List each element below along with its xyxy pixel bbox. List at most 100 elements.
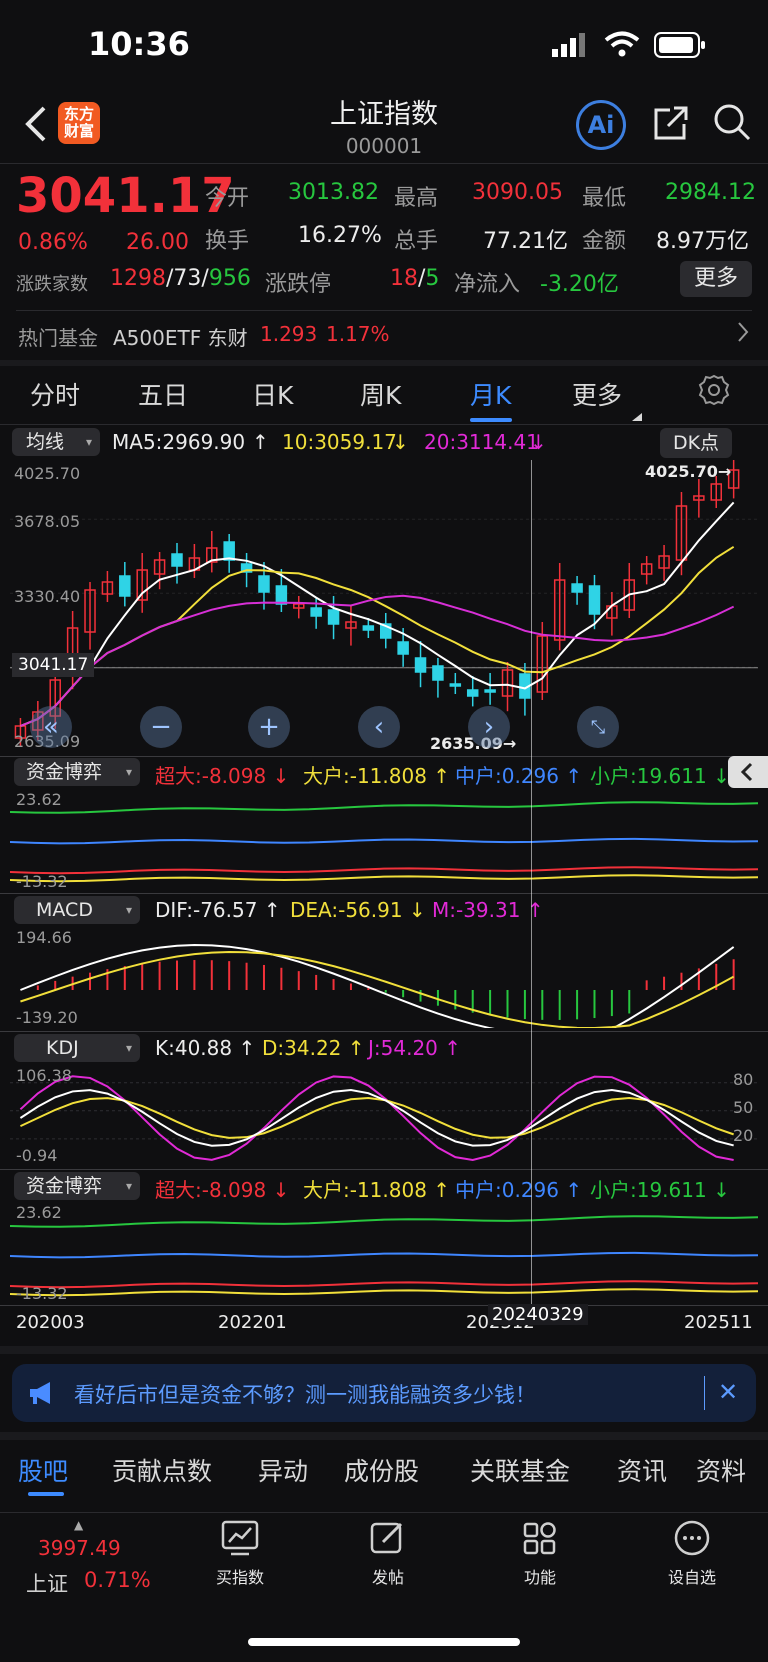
volume-label: 总手 [394,229,439,254]
megaphone-icon [28,1381,58,1409]
limit-label: 涨跌停 [265,272,332,297]
fund1-small: 小户:19.611 ↓ [590,764,730,788]
tab-news[interactable]: 资讯 [617,1452,667,1488]
dk-point-button[interactable]: DK点 [660,428,732,458]
kdj-line-20: 20 [733,1126,754,1145]
tab-monthly-k[interactable]: 月K [470,376,511,412]
main-y-3: 3330.40 [14,587,81,606]
candle-body [275,585,288,605]
candle-body [571,583,583,593]
fund-flow-chart-1 [10,801,758,883]
scroll-right-button[interactable]: › [468,706,510,748]
functions-button[interactable]: 功能 [490,1520,590,1620]
fund1-large: 大户:-11.808 ↑ [303,764,451,788]
x-axis-label-1: 202003 [16,1312,85,1333]
current-price: 3041.17 [16,168,235,224]
macd-dea: DEA:-56.91 ↓ [290,898,426,922]
kdj-d: D:34.22 ↑ [262,1036,365,1060]
tab-more[interactable]: 更多 [572,376,622,412]
dropdown-triangle-icon [632,398,642,427]
fund2-large: 大户:-11.808 ↑ [303,1178,451,1202]
promo-text: 看好后市但是资金不够？测一测我能融资多少钱！ [74,1383,536,1407]
index-pct: 0.71% [84,1568,151,1592]
tab-profile[interactable]: 资料 [696,1452,746,1488]
fund1-y-max: 23.62 [16,790,62,809]
candle-body [432,665,444,681]
inflow-value: -3.20亿 [540,272,619,297]
tab-contribution[interactable]: 贡献点数 [112,1452,212,1488]
macd-dif: DIF:-76.57 ↑ [155,898,281,922]
candle-body [397,641,409,655]
fund-selector-1[interactable]: 资金博弈 ▾ [14,758,140,786]
candle-body [258,575,270,593]
ma-selector[interactable]: 均线 ▾ [12,428,100,456]
tab-constituents[interactable]: 成份股 [344,1452,419,1488]
fund-selector-2[interactable]: 资金博弈 ▾ [14,1172,140,1200]
scroll-left-fast-button[interactable]: « [30,706,72,748]
close-icon[interactable]: ✕ [718,1378,738,1406]
kdj-j-line [19,1075,734,1161]
fund-flow-line [10,801,758,814]
settings-icon[interactable] [698,374,730,412]
tab-daily-k[interactable]: 日K [252,376,293,412]
fullscreen-button[interactable]: ⤡ [577,706,619,748]
index-name: 上证 [26,1572,68,1596]
candle-body [466,689,479,697]
buy-index-button[interactable]: 买指数 [190,1520,290,1620]
more-button[interactable]: 更多 [680,261,752,297]
index-price: 3997.49 [38,1536,121,1560]
candle-body [414,657,427,673]
tab-weekly-k[interactable]: 周K [360,376,401,412]
crosshair-price-tag: 3041.17 [12,653,95,677]
volume-value: 77.21亿 [483,229,568,254]
ma5-value: MA5:2969.90 [112,430,246,454]
main-y-max: 4025.70 [14,464,81,483]
cellular-icon [552,33,586,61]
kdj-selector[interactable]: KDJ ▾ [14,1034,140,1062]
high-label: 最高 [394,186,439,211]
candle-body [223,541,235,561]
tab-forum[interactable]: 股吧 [18,1452,68,1488]
kdj-line-50: 50 [733,1098,754,1117]
candle-body [449,683,462,687]
kdj-line-80: 80 [733,1070,754,1089]
hot-fund-row[interactable]: 热门基金 A500ETF 东财 1.293 1.17% [0,312,768,358]
kdj-k: K:40.88 ↑ [155,1036,256,1060]
macd-m: M:-39.31 ↑ [432,898,544,922]
edit-icon [370,1522,403,1554]
fund-flow-line [10,1251,758,1259]
dif-line [20,944,735,1028]
search-icon[interactable] [712,102,752,146]
add-watchlist-button[interactable]: 设自选 [642,1520,742,1620]
advance-label: 涨跌家数 [16,274,88,295]
tab-five-day[interactable]: 五日 [138,376,188,412]
grid-icon [523,1522,556,1555]
index-quote-nav[interactable]: ▲ 3997.49 上证 0.71% [0,1514,152,1624]
zoom-in-button[interactable]: + [248,706,290,748]
ma20-value: 20:3114.41 [424,430,539,454]
fund1-super-large: 超大:-8.098 ↓ [155,764,290,788]
macd-chart [20,944,735,1028]
kdj-chart [10,1075,758,1161]
tab-movement[interactable]: 异动 [258,1452,308,1488]
advance-decline: 1298/73/956 [110,266,251,291]
ma5-line [20,501,735,727]
post-button[interactable]: 发帖 [338,1520,438,1620]
ai-button[interactable]: Ai [576,100,626,150]
candle-body [119,575,131,597]
battery-icon [654,32,706,62]
candle-body [484,689,496,693]
collapse-panel-button[interactable] [728,756,768,788]
tab-intraday[interactable]: 分时 [30,376,80,412]
promo-banner[interactable]: 看好后市但是资金不够？测一测我能融资多少钱！ ✕ [12,1364,756,1422]
scroll-left-button[interactable]: ‹ [358,706,400,748]
macd-selector[interactable]: MACD ▾ [14,896,140,924]
x-axis-label-2: 202201 [218,1312,287,1333]
ma10-line [20,545,735,727]
tab-related-funds[interactable]: 关联基金 [470,1452,570,1488]
candle-body [171,553,183,567]
fund-flow-line [10,874,758,883]
zoom-out-button[interactable]: − [140,706,182,748]
chart-icon [221,1520,259,1556]
share-icon[interactable] [652,104,690,146]
